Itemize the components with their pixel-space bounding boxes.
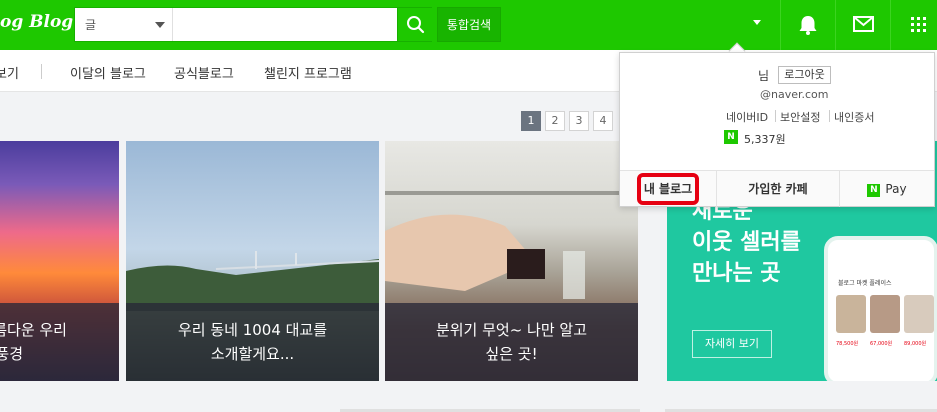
search-scope-label: 글 [85, 18, 97, 32]
subnav-divider [41, 64, 42, 79]
product-thumbnail [904, 295, 934, 333]
product-thumbnail [870, 295, 900, 333]
page-button-3[interactable]: 3 [569, 111, 589, 131]
integrated-search-button[interactable]: 통합검색 [437, 7, 501, 42]
featured-post-card[interactable]: 름다운 우리 풍경 [0, 141, 119, 381]
highlight-box [637, 173, 699, 205]
card-caption-line: 분위기 무엇~ 나만 알고 [435, 321, 588, 339]
cafe-photo [385, 191, 638, 299]
link-divider [775, 110, 776, 122]
npay-icon: N [724, 130, 738, 144]
card-caption: 분위기 무엇~ 나만 알고 싶은 곳! [385, 303, 638, 381]
product-price: 78,500원 [836, 341, 859, 347]
user-email: @naver.com [760, 88, 829, 101]
my-certificate-link[interactable]: 내인증서 [834, 109, 874, 125]
page-button-1[interactable]: 1 [521, 111, 541, 131]
card-caption-line: 름다운 우리 [0, 321, 67, 339]
user-menu-caret-icon[interactable] [753, 20, 761, 25]
apps-grid-icon [911, 17, 926, 32]
featured-post-card[interactable]: 분위기 무엇~ 나만 알고 싶은 곳! [385, 141, 638, 381]
search-input[interactable] [177, 11, 395, 38]
npay-points[interactable]: 5,337원 [744, 131, 786, 147]
card-caption-line: 풍경 [0, 345, 23, 363]
bell-icon [799, 16, 817, 35]
page-button-2[interactable]: 2 [545, 111, 565, 131]
promo-line: 이웃 셀러를 [692, 230, 801, 255]
search-box: 글 [74, 7, 432, 42]
subnav-item-blog-of-month[interactable]: 이달의 블로그 [70, 63, 146, 82]
promo-detail-button[interactable]: 자세히 보기 [692, 330, 772, 358]
npay-logo-icon: N [867, 184, 881, 197]
naver-id-link[interactable]: 네이버ID [726, 109, 768, 125]
search-icon [407, 16, 425, 34]
mail-icon [853, 16, 874, 32]
logout-button[interactable]: 로그아웃 [778, 66, 831, 84]
card-caption: 우리 동네 1004 대교를 소개할게요... [126, 303, 379, 381]
card-caption-line: 우리 동네 1004 대교를 [177, 321, 328, 339]
security-settings-link[interactable]: 보안설정 [780, 109, 820, 125]
page-button-4[interactable]: 4 [593, 111, 613, 131]
product-price: 67,000원 [870, 341, 893, 347]
subnav-item-challenge[interactable]: 챌린지 프로그램 [264, 63, 352, 82]
user-account-dropdown: 님 로그아웃 @naver.com 네이버ID 보안설정 내인증서 N 5,33… [619, 52, 935, 207]
card-caption: 름다운 우리 풍경 [0, 303, 119, 381]
card-caption-line: 소개할게요... [210, 345, 295, 363]
user-name-suffix: 님 [758, 69, 770, 83]
notification-button[interactable] [780, 0, 835, 50]
bridge-photo [126, 251, 379, 311]
page: og Blog 글 통합검색 보기 이달의 블로그 공식블로그 챌린지 프로그램… [0, 0, 937, 412]
top-header: og Blog 글 통합검색 [0, 0, 937, 50]
joined-cafe-button[interactable]: 가입한 카페 [717, 171, 839, 207]
product-price: 89,000원 [904, 341, 927, 347]
link-divider [829, 110, 830, 122]
pay-label: Pay [885, 182, 907, 196]
npay-button[interactable]: N Pay [840, 171, 934, 207]
phone-title: 블로그 마켓 플레이스 [838, 280, 892, 287]
apps-button[interactable] [890, 0, 937, 50]
phone-mockup: 블로그 마켓 플레이스 78,500원 67,000원 89,000원 [824, 236, 937, 381]
promo-headline: 새로운 이웃 셀러를 만나는 곳 [692, 196, 801, 289]
card-caption-line: 싶은 곳! [485, 345, 538, 363]
caret-down-icon [155, 22, 165, 28]
promo-line: 만나는 곳 [692, 261, 781, 286]
dropdown-tabs: 내 블로그 가입한 카페 N Pay [620, 170, 934, 207]
blog-logo[interactable]: og Blog [0, 12, 73, 32]
search-button[interactable] [397, 8, 432, 41]
product-thumbnail [836, 295, 866, 333]
featured-post-card[interactable]: 우리 동네 1004 대교를 소개할게요... [126, 141, 379, 381]
subnav-item-official-blog[interactable]: 공식블로그 [174, 63, 234, 82]
subnav-item-view[interactable]: 보기 [0, 63, 19, 82]
mail-button[interactable] [835, 0, 890, 50]
search-scope-select[interactable]: 글 [75, 8, 173, 41]
